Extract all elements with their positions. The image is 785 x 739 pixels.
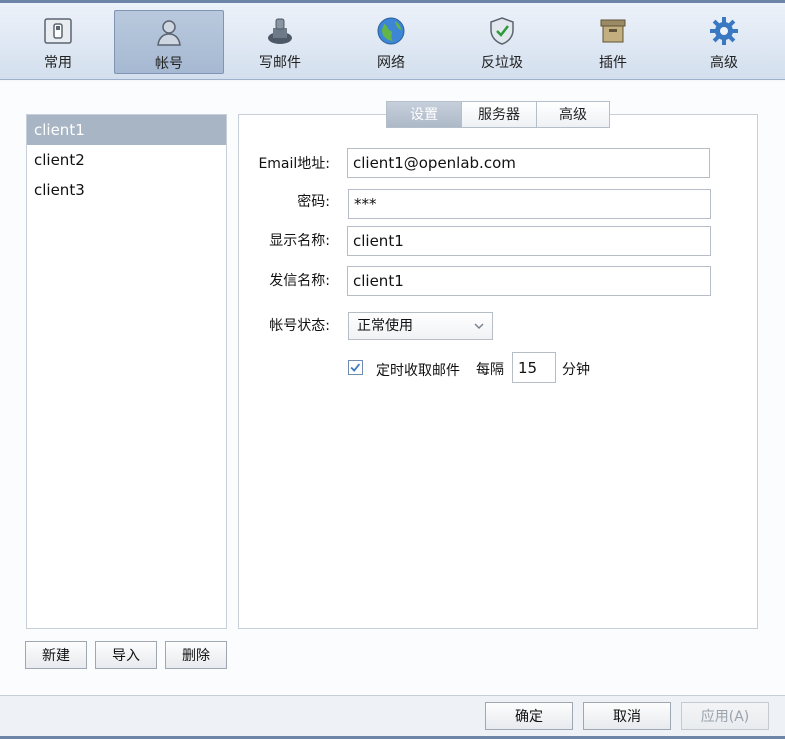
tab-network[interactable]: 网络 [336, 10, 446, 74]
sender-name-label: 发信名称: [269, 273, 330, 289]
display-name-label: 显示名称: [269, 233, 330, 249]
status-select-value: 正常使用 [357, 318, 413, 334]
user-icon [157, 20, 181, 46]
auto-fetch-label: 定时收取邮件 [376, 363, 460, 379]
tab-plugins-label: 插件 [599, 55, 627, 71]
tab-account[interactable]: 帐号 [114, 10, 224, 74]
status-label: 帐号状态: [269, 318, 330, 334]
tab-general-label: 常用 [44, 55, 72, 71]
tab-antispam[interactable]: 反垃圾 [447, 10, 557, 74]
tab-advanced[interactable]: 高级 [669, 10, 779, 74]
tab-compose[interactable]: 写邮件 [225, 10, 335, 74]
import-account-button[interactable]: 导入 [95, 641, 157, 669]
interval-unit-label: 分钟 [562, 362, 590, 378]
interval-input[interactable] [512, 352, 556, 383]
compose-icon [268, 18, 292, 44]
tab-advanced-label: 高级 [710, 55, 738, 71]
sender-name-field[interactable] [347, 266, 711, 296]
tab-compose-label: 写邮件 [259, 55, 301, 71]
tab-settings[interactable]: 设置 [386, 101, 462, 128]
account-list[interactable]: client1 client2 client3 [26, 114, 227, 629]
apply-button[interactable]: 应用(A) [681, 702, 769, 730]
account-item-client3[interactable]: client3 [27, 175, 226, 205]
password-field[interactable] [348, 189, 711, 219]
tab-advanced-settings[interactable]: 高级 [536, 101, 610, 128]
ok-button[interactable]: 确定 [485, 702, 573, 730]
dialog-footer: 确定 取消 应用(A) [0, 695, 785, 739]
cancel-button[interactable]: 取消 [583, 702, 671, 730]
gear-icon [710, 17, 738, 45]
tab-account-label: 帐号 [155, 56, 183, 72]
auto-fetch-checkbox[interactable] [348, 360, 363, 375]
content-area: client1 client2 client3 新建 导入 删除 设置 服务器 … [0, 81, 785, 695]
interval-prefix-label: 每隔 [476, 362, 504, 378]
general-icon [44, 18, 72, 44]
box-icon [600, 19, 626, 43]
tab-network-label: 网络 [377, 55, 405, 71]
email-label: Email地址: [258, 156, 330, 172]
delete-account-button[interactable]: 删除 [165, 641, 227, 669]
password-label: 密码: [297, 194, 330, 210]
tab-server[interactable]: 服务器 [461, 101, 537, 128]
account-item-client1[interactable]: client1 [27, 115, 226, 145]
tab-antispam-label: 反垃圾 [481, 55, 523, 71]
checkmark-icon [350, 363, 361, 372]
globe-icon [377, 17, 405, 45]
status-select[interactable]: 正常使用 [348, 312, 493, 340]
display-name-field[interactable] [347, 226, 711, 256]
email-field[interactable] [347, 148, 710, 178]
toolbar: 常用 帐号 写邮件 网络 反垃圾 插件 高级 [0, 0, 785, 80]
chevron-down-icon [474, 323, 484, 330]
shield-check-icon [490, 17, 514, 45]
new-account-button[interactable]: 新建 [25, 641, 87, 669]
tab-plugins[interactable]: 插件 [558, 10, 668, 74]
settings-tabs: 设置 服务器 高级 [386, 101, 610, 128]
account-item-client2[interactable]: client2 [27, 145, 226, 175]
tab-general[interactable]: 常用 [3, 10, 113, 74]
